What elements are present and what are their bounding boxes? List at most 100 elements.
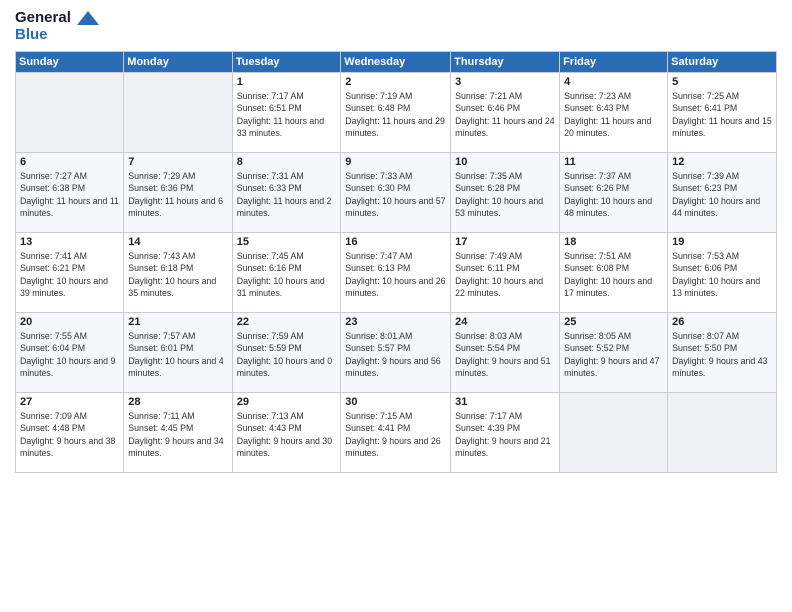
calendar-week-row: 20 Sunrise: 7:55 AMSunset: 6:04 PMDayligh… <box>16 313 777 393</box>
calendar-cell: 9 Sunrise: 7:33 AMSunset: 6:30 PMDaylight… <box>341 153 451 233</box>
calendar-cell: 25 Sunrise: 8:05 AMSunset: 5:52 PMDayligh… <box>560 313 668 393</box>
day-info: Sunrise: 7:27 AMSunset: 6:38 PMDaylight:… <box>20 170 119 219</box>
calendar-cell: 26Sunrise: 8:07 AMSunset: 5:50 PMDayligh… <box>668 313 777 393</box>
day-number: 25 <box>564 316 663 328</box>
logo-blue: Blue <box>15 27 99 44</box>
day-info: Sunrise: 7:35 AMSunset: 6:28 PMDaylight:… <box>455 170 555 219</box>
day-info: Sunrise: 7:39 AMSunset: 6:23 PMDaylight:… <box>672 170 772 219</box>
calendar-cell: 23 Sunrise: 8:01 AMSunset: 5:57 PMDayligh… <box>341 313 451 393</box>
day-info: Sunrise: 7:11 AMSunset: 4:45 PMDaylight:… <box>128 410 227 459</box>
day-info: Sunrise: 7:43 AMSunset: 6:18 PMDaylight:… <box>128 250 227 299</box>
day-info: Sunrise: 7:21 AMSunset: 6:46 PMDaylight:… <box>455 90 555 139</box>
day-info: Sunrise: 7:19 AMSunset: 6:48 PMDaylight:… <box>345 90 446 139</box>
day-number: 15 <box>237 236 337 248</box>
day-info: Sunrise: 7:47 AMSunset: 6:13 PMDaylight:… <box>345 250 446 299</box>
calendar-cell: 8 Sunrise: 7:31 AMSunset: 6:33 PMDaylight… <box>232 153 341 233</box>
day-info: Sunrise: 7:23 AMSunset: 6:43 PMDaylight:… <box>564 90 663 139</box>
day-info: Sunrise: 8:05 AMSunset: 5:52 PMDaylight:… <box>564 330 663 379</box>
day-number: 18 <box>564 236 663 248</box>
calendar-week-row: 6Sunrise: 7:27 AMSunset: 6:38 PMDaylight… <box>16 153 777 233</box>
page-header: General Blue <box>15 10 777 43</box>
calendar-cell <box>668 393 777 473</box>
day-info: Sunrise: 7:57 AMSunset: 6:01 PMDaylight:… <box>128 330 227 379</box>
day-number: 29 <box>237 396 337 408</box>
day-number: 31 <box>455 396 555 408</box>
day-number: 24 <box>455 316 555 328</box>
calendar-cell: 31 Sunrise: 7:17 AMSunset: 4:39 PMDayligh… <box>451 393 560 473</box>
day-info: Sunrise: 7:33 AMSunset: 6:30 PMDaylight:… <box>345 170 446 219</box>
day-info: Sunrise: 7:45 AMSunset: 6:16 PMDaylight:… <box>237 250 337 299</box>
day-info: Sunrise: 8:01 AMSunset: 5:57 PMDaylight:… <box>345 330 446 379</box>
calendar-header-wednesday: Wednesday <box>341 52 451 73</box>
calendar-cell: 18 Sunrise: 7:51 AMSunset: 6:08 PMDayligh… <box>560 233 668 313</box>
day-info: Sunrise: 7:55 AMSunset: 6:04 PMDaylight:… <box>20 330 119 379</box>
day-number: 27 <box>20 396 119 408</box>
day-info: Sunrise: 7:17 AMSunset: 4:39 PMDaylight:… <box>455 410 555 459</box>
calendar-cell: 3 Sunrise: 7:21 AMSunset: 6:46 PMDaylight… <box>451 73 560 153</box>
day-number: 8 <box>237 156 337 168</box>
calendar-cell: 30 Sunrise: 7:15 AMSunset: 4:41 PMDayligh… <box>341 393 451 473</box>
calendar-cell: 1 Sunrise: 7:17 AMSunset: 6:51 PMDaylight… <box>232 73 341 153</box>
calendar-cell: 28 Sunrise: 7:11 AMSunset: 4:45 PMDayligh… <box>124 393 232 473</box>
logo-general: General <box>15 10 99 27</box>
calendar-cell: 14Sunrise: 7:43 AMSunset: 6:18 PMDayligh… <box>124 233 232 313</box>
day-number: 4 <box>564 76 663 88</box>
day-number: 10 <box>455 156 555 168</box>
day-number: 9 <box>345 156 446 168</box>
calendar-header-saturday: Saturday <box>668 52 777 73</box>
calendar-cell <box>124 73 232 153</box>
calendar-cell: 29 Sunrise: 7:13 AMSunset: 4:43 PMDayligh… <box>232 393 341 473</box>
day-info: Sunrise: 7:41 AMSunset: 6:21 PMDaylight:… <box>20 250 119 299</box>
calendar-cell: 7Sunrise: 7:29 AMSunset: 6:36 PMDaylight… <box>124 153 232 233</box>
calendar-header-row: SundayMondayTuesdayWednesdayThursdayFrid… <box>16 52 777 73</box>
calendar-cell: 20 Sunrise: 7:55 AMSunset: 6:04 PMDayligh… <box>16 313 124 393</box>
calendar-cell: 21 Sunrise: 7:57 AMSunset: 6:01 PMDayligh… <box>124 313 232 393</box>
day-number: 21 <box>128 316 227 328</box>
calendar-cell: 5 Sunrise: 7:25 AMSunset: 6:41 PMDaylight… <box>668 73 777 153</box>
logo: General Blue <box>15 10 99 43</box>
day-number: 11 <box>564 156 663 168</box>
calendar-cell: 13 Sunrise: 7:41 AMSunset: 6:21 PMDayligh… <box>16 233 124 313</box>
calendar-cell: 17 Sunrise: 7:49 AMSunset: 6:11 PMDayligh… <box>451 233 560 313</box>
calendar-header-friday: Friday <box>560 52 668 73</box>
calendar-cell: 15 Sunrise: 7:45 AMSunset: 6:16 PMDayligh… <box>232 233 341 313</box>
logo-container: General Blue <box>15 10 99 43</box>
day-number: 3 <box>455 76 555 88</box>
day-info: Sunrise: 7:15 AMSunset: 4:41 PMDaylight:… <box>345 410 446 459</box>
day-number: 30 <box>345 396 446 408</box>
day-number: 1 <box>237 76 337 88</box>
day-info: Sunrise: 7:51 AMSunset: 6:08 PMDaylight:… <box>564 250 663 299</box>
day-info: Sunrise: 7:31 AMSunset: 6:33 PMDaylight:… <box>237 170 337 219</box>
calendar-cell: 10 Sunrise: 7:35 AMSunset: 6:28 PMDayligh… <box>451 153 560 233</box>
day-number: 22 <box>237 316 337 328</box>
calendar-cell: 4 Sunrise: 7:23 AMSunset: 6:43 PMDaylight… <box>560 73 668 153</box>
calendar-cell: 27 Sunrise: 7:09 AMSunset: 4:48 PMDayligh… <box>16 393 124 473</box>
day-number: 26 <box>672 316 772 328</box>
day-info: Sunrise: 7:17 AMSunset: 6:51 PMDaylight:… <box>237 90 337 139</box>
day-number: 5 <box>672 76 772 88</box>
calendar-cell: 12 Sunrise: 7:39 AMSunset: 6:23 PMDayligh… <box>668 153 777 233</box>
calendar-cell: 6Sunrise: 7:27 AMSunset: 6:38 PMDaylight… <box>16 153 124 233</box>
day-number: 17 <box>455 236 555 248</box>
calendar-header-sunday: Sunday <box>16 52 124 73</box>
calendar-table: SundayMondayTuesdayWednesdayThursdayFrid… <box>15 51 777 473</box>
day-info: Sunrise: 7:13 AMSunset: 4:43 PMDaylight:… <box>237 410 337 459</box>
day-info: Sunrise: 7:37 AMSunset: 6:26 PMDaylight:… <box>564 170 663 219</box>
day-info: Sunrise: 7:09 AMSunset: 4:48 PMDaylight:… <box>20 410 119 459</box>
day-number: 12 <box>672 156 772 168</box>
day-number: 2 <box>345 76 446 88</box>
day-number: 28 <box>128 396 227 408</box>
calendar-cell: 24 Sunrise: 8:03 AMSunset: 5:54 PMDayligh… <box>451 313 560 393</box>
calendar-cell: 11 Sunrise: 7:37 AMSunset: 6:26 PMDayligh… <box>560 153 668 233</box>
logo-arrow-icon <box>77 11 99 25</box>
calendar-header-tuesday: Tuesday <box>232 52 341 73</box>
calendar-cell: 19Sunrise: 7:53 AMSunset: 6:06 PMDayligh… <box>668 233 777 313</box>
day-number: 20 <box>20 316 119 328</box>
day-number: 23 <box>345 316 446 328</box>
day-info: Sunrise: 7:25 AMSunset: 6:41 PMDaylight:… <box>672 90 772 139</box>
calendar-header-thursday: Thursday <box>451 52 560 73</box>
day-number: 13 <box>20 236 119 248</box>
day-info: Sunrise: 7:53 AMSunset: 6:06 PMDaylight:… <box>672 250 772 299</box>
day-info: Sunrise: 7:49 AMSunset: 6:11 PMDaylight:… <box>455 250 555 299</box>
day-info: Sunrise: 8:03 AMSunset: 5:54 PMDaylight:… <box>455 330 555 379</box>
